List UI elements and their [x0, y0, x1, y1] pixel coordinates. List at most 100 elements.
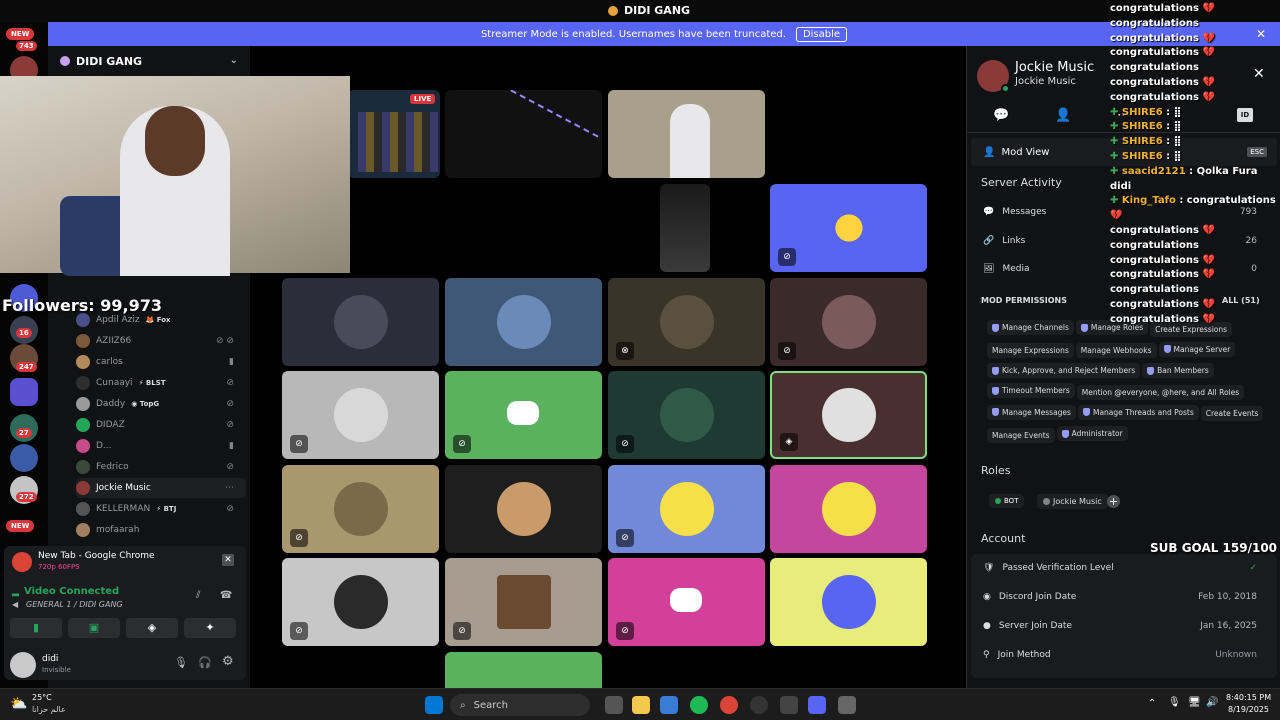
member-item[interactable]: AZIIZ66 ⊘ ⊘: [76, 331, 246, 351]
tray-overflow-icon[interactable]: ⌃: [1148, 698, 1156, 709]
video-tile[interactable]: ⊘: [770, 184, 927, 272]
video-tile[interactable]: ⊗: [608, 278, 765, 366]
member-item[interactable]: Daddy ◉ TopG ⊘: [76, 394, 246, 414]
disconnect-icon[interactable]: ☎: [220, 590, 232, 601]
clock-time[interactable]: 8:40:15 PM: [1226, 693, 1271, 702]
server-icon: ●: [983, 621, 991, 631]
mod-permissions-title: MOD PERMISSIONS: [981, 296, 1068, 305]
member-item[interactable]: D... ▮: [76, 436, 246, 456]
server-header[interactable]: DIDI GANG ⌄: [48, 46, 250, 76]
member-item[interactable]: carlos ▮: [76, 352, 246, 372]
video-tile[interactable]: ⊘: [282, 371, 439, 459]
video-tile[interactable]: [282, 278, 439, 366]
microphone-icon[interactable]: 🎙: [174, 656, 188, 669]
video-tile-webcam[interactable]: [608, 90, 765, 178]
avatar: [76, 439, 90, 453]
chat-text: congratulations 💔: [1110, 313, 1215, 325]
muted-icon: ⊘: [290, 435, 308, 453]
video-tile[interactable]: ⊘: [608, 371, 765, 459]
video-tile[interactable]: ⊘: [608, 465, 765, 553]
chat-message: ✚ saacid2121 : Qolka Fura didi: [1110, 165, 1280, 195]
chat-username: saacid2121: [1121, 165, 1186, 177]
settings-icon[interactable]: [838, 696, 856, 714]
member-item[interactable]: Cunaayi ⚡ BLST ⊘: [76, 373, 246, 393]
person: [670, 104, 710, 178]
avatar: [659, 295, 714, 349]
image-icon: 🖼: [983, 264, 995, 274]
video-tile[interactable]: ⊘: [770, 278, 927, 366]
activity-button[interactable]: ◈: [126, 618, 178, 638]
account-row: 🛡 Passed Verification Level ✓: [983, 563, 1257, 573]
more-options-icon[interactable]: ⋯: [225, 483, 234, 493]
video-tile-stream[interactable]: LIVE: [348, 90, 440, 178]
role-badge-bot[interactable]: BOT: [989, 494, 1025, 508]
clock-date[interactable]: 8/19/2025: [1228, 705, 1269, 714]
chat-message: congratulations 💔: [1110, 298, 1280, 313]
gear-icon[interactable]: ⚙: [222, 654, 234, 669]
video-tile[interactable]: ⊘: [608, 558, 765, 646]
video-tile[interactable]: [770, 558, 927, 646]
muted-icon: ⊘: [778, 248, 796, 266]
volume-icon[interactable]: 🔊: [1206, 697, 1218, 708]
noise-suppression-icon[interactable]: ⫽: [196, 590, 200, 601]
video-tile[interactable]: ⊘: [282, 558, 439, 646]
server-icon[interactable]: [10, 444, 38, 472]
video-tile[interactable]: [445, 652, 602, 688]
app-icon[interactable]: [780, 696, 798, 714]
join-icon: ⚲: [983, 650, 990, 660]
member-item[interactable]: KELLERMAN ⚡ BTJ ⊘: [76, 499, 246, 519]
avatar: [76, 376, 90, 390]
video-tile[interactable]: ⊘: [348, 184, 618, 272]
chat-message: ✚ SHIRE6 : ⣿: [1110, 120, 1280, 135]
video-tile[interactable]: [445, 278, 602, 366]
add-friend-icon[interactable]: 👤: [1055, 108, 1071, 123]
stop-stream-icon[interactable]: ✕: [222, 554, 234, 566]
screen-share-button[interactable]: ▣: [68, 618, 120, 638]
microphone-icon[interactable]: 🎙: [1168, 697, 1181, 708]
permission-list: Manage Channels Manage Roles Create Expres…: [987, 320, 1273, 448]
video-tile[interactable]: [660, 184, 710, 272]
task-view-icon[interactable]: [605, 696, 623, 714]
avatar[interactable]: [10, 652, 36, 678]
video-tile[interactable]: ⊘: [445, 371, 602, 459]
muted-icon: ⊘: [453, 622, 471, 640]
video-tile[interactable]: [445, 90, 602, 178]
sub-goal-counter: SUB GOAL 159/100: [1150, 541, 1278, 555]
message-icon: 💬: [983, 207, 995, 217]
video-tile[interactable]: ⊘: [282, 465, 439, 553]
obs-icon[interactable]: [750, 696, 768, 714]
chrome-icon[interactable]: [720, 696, 738, 714]
member-item[interactable]: Fedrico ⊘: [76, 457, 246, 477]
member-item[interactable]: DIDAZ ⊘: [76, 415, 246, 435]
spotify-icon[interactable]: [690, 696, 708, 714]
file-explorer-icon[interactable]: [632, 696, 650, 714]
permission-chip: Kick, Approve, and Reject Members: [987, 363, 1141, 378]
member-item[interactable]: mofaarah: [76, 520, 246, 540]
account-row: ● Server Join Date Jan 16, 2025: [983, 621, 1257, 631]
muted-icon: ⊘: [614, 244, 618, 262]
chat-message: congratulations 💔 congratulations: [1110, 268, 1280, 298]
soundboard-button[interactable]: ✦: [184, 618, 236, 638]
message-icon[interactable]: 💬: [993, 108, 1009, 123]
video-tile[interactable]: ⊘: [445, 558, 602, 646]
camera-button[interactable]: ▮: [10, 618, 62, 638]
role-badge[interactable]: Jockie Music: [1037, 494, 1108, 509]
discord-icon[interactable]: [808, 696, 826, 714]
avatar: [76, 397, 90, 411]
windows-start-icon[interactable]: [425, 696, 443, 714]
member-item-selected[interactable]: Jockie Music ⋯: [76, 478, 246, 498]
headphones-icon[interactable]: 🎧: [198, 656, 212, 669]
disable-streamer-mode-button[interactable]: Disable: [795, 26, 848, 42]
screen-share-icon: ◈: [780, 433, 798, 451]
add-role-button[interactable]: +: [1107, 495, 1120, 508]
video-tile[interactable]: [445, 465, 602, 553]
video-tile[interactable]: [770, 465, 927, 553]
video-tile-speaking[interactable]: ◈: [770, 371, 927, 459]
network-icon[interactable]: 🖥: [1188, 697, 1201, 708]
taskbar-search[interactable]: ⌕ Search: [450, 694, 590, 716]
chat-text: : ⣿: [1162, 121, 1182, 133]
folder-icon[interactable]: [10, 378, 38, 406]
store-icon[interactable]: [660, 696, 678, 714]
permission-chip: Manage Server: [1158, 341, 1236, 357]
weather-icon[interactable]: ⛅: [10, 696, 27, 712]
